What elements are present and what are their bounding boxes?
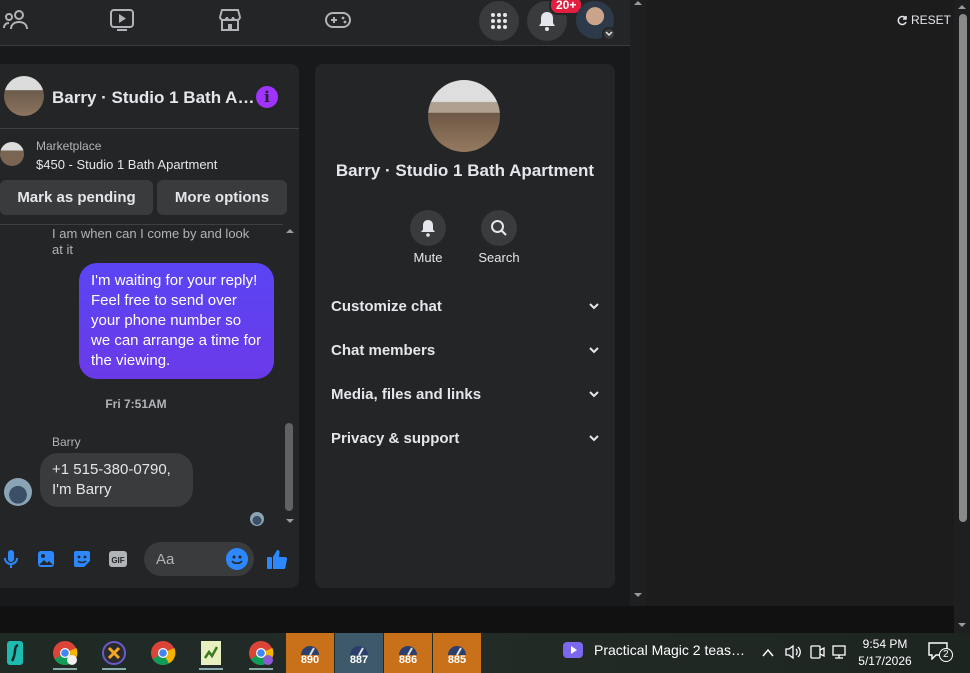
chat-details-avatar[interactable]	[428, 80, 500, 152]
section-label: Chat members	[331, 341, 436, 359]
friends-icon[interactable]	[0, 6, 32, 34]
clock-date: 5/17/2026	[858, 654, 912, 668]
mute-button[interactable]	[410, 210, 446, 246]
xsplit-icon[interactable]	[94, 636, 134, 670]
reset-button[interactable]: RESET	[897, 13, 951, 27]
taskbar-window-890[interactable]: 890	[286, 633, 334, 673]
sender-name: Barry	[52, 435, 81, 449]
svg-text:GIF: GIF	[111, 556, 124, 565]
outgoing-message-bubble[interactable]: I'm waiting for your reply! Feel free to…	[79, 263, 274, 379]
chevron-down-icon[interactable]	[602, 27, 616, 41]
grid-menu-icon[interactable]	[479, 1, 519, 41]
chrome-profile-r-icon[interactable]	[241, 636, 281, 670]
sender-avatar[interactable]	[4, 478, 32, 506]
right-panel	[646, 0, 954, 606]
customize-chat-section[interactable]: Customize chat	[331, 286, 599, 326]
photo-icon[interactable]	[35, 548, 57, 570]
spreadsheet-app-icon[interactable]	[191, 636, 231, 670]
watch-icon[interactable]	[106, 6, 138, 34]
privacy-support-section[interactable]: Privacy & support	[331, 418, 599, 458]
active-indicator	[53, 668, 77, 670]
chat-header: Barry · Studio 1 Bath A… i	[0, 64, 299, 129]
message-scrollbar-thumb[interactable]	[285, 423, 293, 511]
window-number: 885	[447, 654, 467, 666]
chat-avatar[interactable]	[4, 76, 44, 116]
network-icon[interactable]	[831, 644, 849, 665]
emoji-icon[interactable]	[226, 548, 248, 570]
chevron-up-icon[interactable]	[762, 645, 774, 663]
thumbs-up-icon[interactable]	[265, 548, 289, 570]
system-clock[interactable]: 9:54 PM 5/17/2026	[852, 636, 918, 670]
refresh-icon	[897, 15, 907, 25]
chevron-down-icon	[589, 302, 599, 309]
chrome-profile-icon[interactable]	[45, 636, 85, 670]
notifications-button[interactable]: 20+	[527, 0, 584, 41]
chevron-down-icon	[589, 434, 599, 441]
notification-center-icon[interactable]: 2	[928, 642, 954, 664]
section-label: Privacy & support	[331, 429, 460, 447]
marketplace-label: Marketplace	[36, 139, 102, 153]
chat-details-panel: Barry · Studio 1 Bath Apartment Mute Sea…	[315, 64, 615, 588]
search-icon	[491, 220, 507, 236]
info-icon[interactable]: i	[256, 86, 278, 108]
clock-time: 9:54 PM	[862, 637, 908, 651]
gif-icon[interactable]: GIF	[107, 548, 129, 570]
window-number: 886	[398, 654, 418, 666]
previous-message-text: I am when can I come by and look at it	[52, 226, 250, 257]
message-input-wrapper	[144, 542, 254, 576]
active-indicator	[249, 668, 273, 670]
media-files-links-section[interactable]: Media, files and links	[331, 374, 599, 414]
seen-indicator-avatar	[250, 512, 264, 526]
mark-as-pending-button[interactable]: Mark as pending	[0, 180, 153, 215]
message-timestamp: Fri 7:51AM	[105, 397, 167, 411]
incoming-message-bubble[interactable]: +1 515-380-0790, I'm Barry	[40, 453, 193, 507]
sticker-icon[interactable]	[71, 548, 93, 570]
taskbar-window-887[interactable]: 887	[335, 633, 383, 673]
message-list[interactable]: I am when can I come by and look at it I…	[0, 224, 283, 529]
marketplace-listing[interactable]: Marketplace $450 - Studio 1 Bath Apartme…	[0, 130, 299, 176]
message-composer: GIF	[0, 538, 299, 580]
marketplace-icon[interactable]	[214, 6, 246, 34]
message-input[interactable]	[156, 548, 220, 570]
window-number: 887	[349, 654, 369, 666]
mute-label: Mute	[413, 250, 443, 265]
window-scrollbar-thumb[interactable]	[959, 14, 967, 522]
window-bottom-strip	[0, 606, 954, 633]
browser-page: 20+ Barry · Studio 1 Bath A… i Marketpla…	[0, 0, 646, 606]
chevron-down-icon	[589, 346, 599, 353]
microphone-icon[interactable]	[0, 548, 22, 570]
chat-window: Barry · Studio 1 Bath A… i Marketplace $…	[0, 64, 299, 588]
section-label: Media, files and links	[331, 385, 482, 403]
search-button[interactable]	[481, 210, 517, 246]
gaming-icon[interactable]	[322, 6, 354, 34]
taskbar-window-885[interactable]: 885	[433, 633, 481, 673]
page-scrollbar[interactable]	[630, 0, 646, 606]
listing-thumbnail	[0, 142, 24, 166]
media-widget[interactable]: Practical Magic 2 teas…	[562, 641, 745, 659]
camera-icon[interactable]	[809, 644, 825, 665]
chat-details-title: Barry · Studio 1 Bath Apartment	[335, 161, 595, 180]
active-indicator	[199, 668, 223, 670]
taskbar: 890 887 886 885 Practical Magic 2 teas… …	[0, 633, 970, 673]
reset-label: RESET	[911, 13, 952, 27]
bell-icon	[421, 220, 435, 237]
listing-title: $450 - Studio 1 Bath Apartment	[36, 157, 218, 172]
chrome-icon[interactable]	[143, 636, 183, 670]
window-number: 890	[300, 654, 320, 666]
chat-title[interactable]: Barry · Studio 1 Bath A…	[52, 88, 254, 108]
notification-count: 2	[939, 648, 953, 662]
chevron-down-icon	[589, 390, 599, 397]
media-title: Practical Magic 2 teas…	[594, 642, 745, 658]
taskbar-window-886[interactable]: 886	[384, 633, 432, 673]
surfshark-icon[interactable]	[0, 636, 30, 670]
active-indicator	[102, 668, 126, 670]
more-options-button[interactable]: More options	[157, 180, 287, 215]
section-label: Customize chat	[331, 297, 442, 315]
video-icon	[563, 642, 583, 658]
volume-icon[interactable]	[784, 644, 802, 665]
search-label: Search	[478, 250, 520, 265]
facebook-top-bar: 20+	[0, 0, 630, 46]
chat-members-section[interactable]: Chat members	[331, 330, 599, 370]
